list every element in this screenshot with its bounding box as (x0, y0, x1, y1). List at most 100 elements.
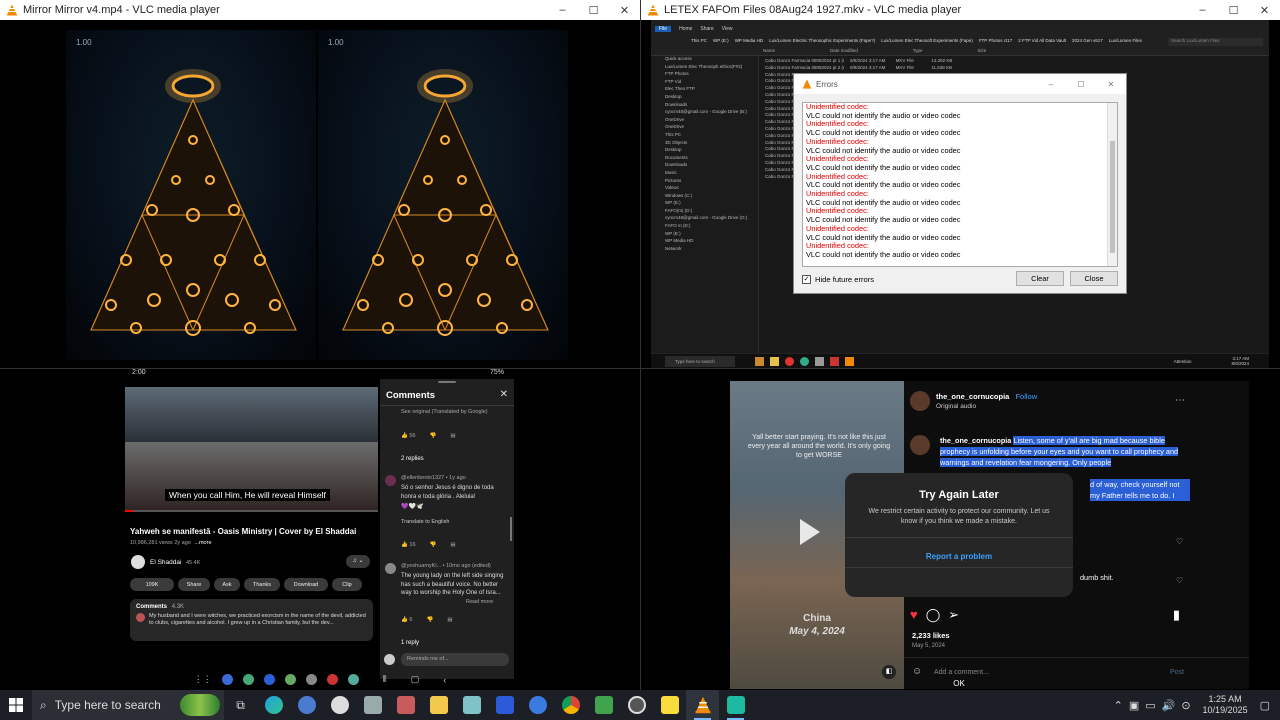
checkbox-check-icon[interactable]: ✓ (802, 275, 811, 284)
app-dock-icon[interactable] (284, 674, 296, 685)
dialog-close-icon[interactable]: ✕ (1096, 80, 1126, 89)
errors-dialog[interactable]: Errors – ☐ ✕ Unidentified codec: VLC coul… (793, 73, 1127, 294)
play-icon[interactable] (800, 519, 820, 545)
channel-name[interactable]: El Shaddai (150, 559, 181, 566)
dialog-maximize-button[interactable]: ☐ (1066, 80, 1096, 89)
emoji-icon[interactable]: ☺ (912, 666, 922, 677)
video-area[interactable]: 1.00 1.00 (0, 20, 640, 368)
app-taskbar-button[interactable] (587, 690, 620, 720)
tray-app-icon[interactable]: ▣ (1129, 699, 1139, 712)
action-ask-button[interactable]: Ask (214, 578, 240, 591)
poster-avatar[interactable] (910, 391, 930, 411)
maximize-button[interactable]: ☐ (1218, 0, 1249, 20)
scrollbar-thumb[interactable] (1110, 141, 1115, 253)
phone-link-taskbar-button[interactable] (719, 690, 752, 720)
vlc-taskbar-button[interactable] (686, 690, 719, 720)
dislike-icon[interactable]: 👎 (430, 542, 437, 548)
minimize-button[interactable]: – (547, 0, 578, 20)
action-thanks-button[interactable]: Thanks (244, 578, 280, 591)
vlc-window-letex[interactable]: LETEX FAFOm Files 08Aug24 1927.mkv - VLC… (641, 0, 1280, 368)
dialog-minimize-button[interactable]: – (1036, 80, 1066, 89)
translate-link[interactable]: Translate to English (401, 519, 449, 525)
caption-username[interactable]: the_one_cornucopia (940, 436, 1011, 445)
replies-link[interactable]: 1 reply (401, 640, 419, 646)
follow-button[interactable]: Follow (1015, 392, 1037, 401)
app-dock-icon[interactable] (347, 674, 359, 685)
edge-taskbar-button[interactable] (257, 690, 290, 720)
channel-avatar[interactable] (131, 555, 145, 569)
close-dialog-button[interactable]: Close (1070, 271, 1118, 286)
title-bar[interactable]: Mirror Mirror v4.mp4 - VLC media player … (0, 0, 640, 20)
drag-handle[interactable] (438, 381, 456, 383)
action-109k-button[interactable]: 109K (130, 578, 174, 591)
clear-button[interactable]: Clear (1016, 271, 1064, 286)
reply-icon[interactable]: ▤ (450, 433, 455, 439)
apps-grid-icon[interactable]: ⋮⋮ (194, 674, 212, 685)
close-button[interactable]: ✕ (1249, 0, 1280, 20)
dislike-icon[interactable]: 👎 (430, 433, 437, 439)
file-explorer-taskbar-button[interactable] (422, 690, 455, 720)
dialog-title-bar[interactable]: Errors – ☐ ✕ (794, 74, 1126, 94)
action-share-button[interactable]: Share (178, 578, 210, 591)
replies-link[interactable]: 2 replies (401, 456, 424, 462)
app-taskbar-button[interactable] (290, 690, 323, 720)
network-icon[interactable]: ▭ (1145, 699, 1155, 712)
report-problem-button[interactable]: Report a problem (845, 552, 1073, 561)
back-nav-icon[interactable]: ‹ (443, 675, 446, 685)
sticky-notes-taskbar-button[interactable] (653, 690, 686, 720)
app-taskbar-button[interactable] (488, 690, 521, 720)
title-bar[interactable]: LETEX FAFOm Files 08Aug24 1927.mkv - VLC… (641, 0, 1280, 20)
dislike-icon[interactable]: 👎 (426, 617, 433, 623)
comment-scroll-indicator[interactable] (510, 517, 512, 541)
recents-nav-icon[interactable]: ⦀ (383, 674, 387, 685)
like-button[interactable]: 👍 56 (401, 433, 416, 439)
app-taskbar-button[interactable] (521, 690, 554, 720)
likes-count[interactable]: 2,233 likes (912, 631, 950, 640)
subscribe-bell-button[interactable]: ♫ ⌄ (346, 555, 370, 568)
like-button[interactable]: 👍 6 (401, 617, 412, 623)
see-original-link[interactable]: See original (Translated by Google) (401, 409, 488, 415)
mute-icon[interactable]: ◧ (882, 665, 896, 679)
location-icon[interactable]: ⊙ (1181, 699, 1190, 712)
notifications-icon[interactable]: ▢ (1260, 699, 1270, 712)
comments-preview-card[interactable]: Comments 4.3K My husband and I were witc… (130, 599, 373, 641)
home-nav-icon[interactable]: ▢ (411, 674, 420, 685)
app-dock-icon[interactable] (221, 674, 233, 685)
app-taskbar-button[interactable] (389, 690, 422, 720)
app-taskbar-button[interactable] (323, 690, 356, 720)
reply-icon[interactable]: ▤ (447, 617, 452, 623)
read-more-link[interactable]: Read more (466, 599, 493, 605)
comment-icon[interactable]: ◯ (926, 607, 941, 623)
minimize-button[interactable]: – (1187, 0, 1218, 20)
taskbar-search-box[interactable]: ⌕ Type here to search (32, 690, 224, 720)
add-comment-input[interactable]: Add a comment... (934, 669, 989, 676)
share-icon[interactable]: ➢ (948, 607, 959, 623)
like-comment-icon[interactable]: ♡ (1176, 576, 1183, 585)
task-view-button[interactable]: ⧉ (224, 690, 257, 720)
taskbar-clock[interactable]: 1:25 AM 10/19/2025 (1203, 694, 1248, 716)
video-progress-bar[interactable] (125, 510, 378, 512)
reply-icon[interactable]: ▤ (450, 542, 455, 548)
start-button[interactable] (0, 690, 32, 720)
like-button[interactable]: 👍 16 (401, 542, 416, 548)
tray-overflow-icon[interactable]: ⌃ (1114, 699, 1123, 712)
comments-panel[interactable]: Comments ✕ See original (Translated by G… (380, 379, 514, 679)
poster-username[interactable]: the_one_cornucopia (936, 392, 1009, 401)
post-comment-button[interactable]: Post (1170, 669, 1184, 676)
app-taskbar-button[interactable] (356, 690, 389, 720)
app-taskbar-button[interactable] (455, 690, 488, 720)
maximize-button[interactable]: ☐ (578, 0, 609, 20)
vlc-window-mirror[interactable]: Mirror Mirror v4.mp4 - VLC media player … (0, 0, 640, 368)
try-again-popup[interactable]: Try Again Later We restrict certain acti… (845, 473, 1073, 688)
popup-ok-button[interactable]: OK (845, 679, 1073, 688)
more-link[interactable]: ...more (194, 540, 211, 546)
volume-icon[interactable]: 🔊 (1162, 699, 1176, 712)
app-dock-icon[interactable] (326, 674, 338, 685)
log-scrollbar[interactable] (1107, 103, 1117, 266)
action-clip-button[interactable]: Clip (332, 578, 362, 591)
like-comment-icon[interactable]: ♡ (1176, 537, 1183, 546)
bookmark-icon[interactable]: ▮ (1173, 607, 1180, 623)
heart-icon[interactable]: ♥ (910, 607, 918, 623)
more-options-icon[interactable]: ⋯ (1175, 395, 1185, 406)
app-dock-icon[interactable] (263, 674, 275, 685)
